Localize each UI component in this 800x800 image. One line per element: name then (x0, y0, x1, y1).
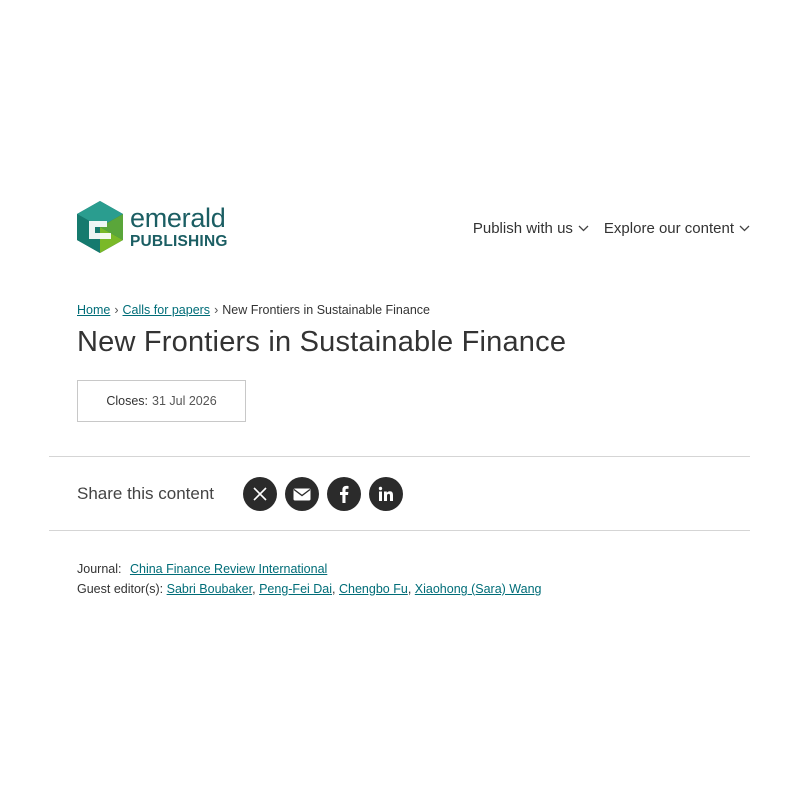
editor-link[interactable]: Xiaohong (Sara) Wang (415, 582, 542, 596)
closes-label: Closes: (106, 394, 149, 408)
nav-item-label: Explore our content (603, 220, 734, 237)
breadcrumb-separator: › (114, 303, 119, 317)
guest-editors-row: Guest editor(s): Sabri Boubaker, Peng-Fe… (77, 579, 541, 599)
editor-link[interactable]: Peng-Fei Dai (259, 582, 332, 596)
share-email-button[interactable] (285, 477, 319, 511)
breadcrumb-calls-link[interactable]: Calls for papers (123, 303, 211, 317)
main-nav: Publish with us Explore our content (473, 220, 750, 237)
editor-link[interactable]: Chengbo Fu (339, 582, 408, 596)
breadcrumb-separator: › (214, 303, 219, 317)
facebook-icon (340, 485, 349, 503)
nav-publish-with-us[interactable]: Publish with us (473, 220, 589, 237)
journal-label: Journal: (77, 562, 122, 576)
closes-date: 31 Jul 2026 (152, 394, 217, 408)
editor-link[interactable]: Sabri Boubaker (167, 582, 252, 596)
editor-separator: , (252, 582, 256, 596)
guest-editors-label: Guest editor(s): (77, 582, 164, 596)
breadcrumb-current: New Frontiers in Sustainable Finance (222, 303, 430, 317)
chevron-down-icon (578, 225, 589, 232)
emerald-logo-mark-icon (77, 201, 123, 253)
divider (49, 456, 750, 457)
share-label: Share this content (77, 484, 215, 503)
editor-separator: , (407, 582, 412, 596)
journal-row: Journal: China Finance Review Internatio… (77, 559, 541, 579)
logo-subtitle: PUBLISHING (130, 233, 228, 251)
closing-date-box: Closes: 31 Jul 2026 (77, 380, 246, 422)
email-icon (293, 488, 311, 500)
breadcrumb-home-link[interactable]: Home (77, 303, 110, 317)
share-buttons (243, 477, 403, 511)
logo-wordmark: emerald (130, 203, 226, 234)
call-metadata: Journal: China Finance Review Internatio… (77, 559, 541, 599)
journal-link[interactable]: China Finance Review International (130, 562, 327, 576)
page-title: New Frontiers in Sustainable Finance (77, 326, 567, 358)
linkedin-icon (378, 486, 393, 501)
breadcrumb: Home › Calls for papers › New Frontiers in S… (77, 303, 430, 317)
editor-separator: , (332, 582, 336, 596)
nav-item-label: Publish with us (472, 220, 573, 237)
share-linkedin-button[interactable] (369, 477, 403, 511)
chevron-down-icon (739, 225, 750, 232)
share-facebook-button[interactable] (327, 477, 361, 511)
nav-explore-our-content[interactable]: Explore our content (604, 220, 750, 237)
emerald-logo[interactable]: emerald PUBLISHING (77, 201, 228, 253)
x-icon (253, 487, 267, 501)
share-x-button[interactable] (243, 477, 277, 511)
divider (49, 530, 750, 531)
